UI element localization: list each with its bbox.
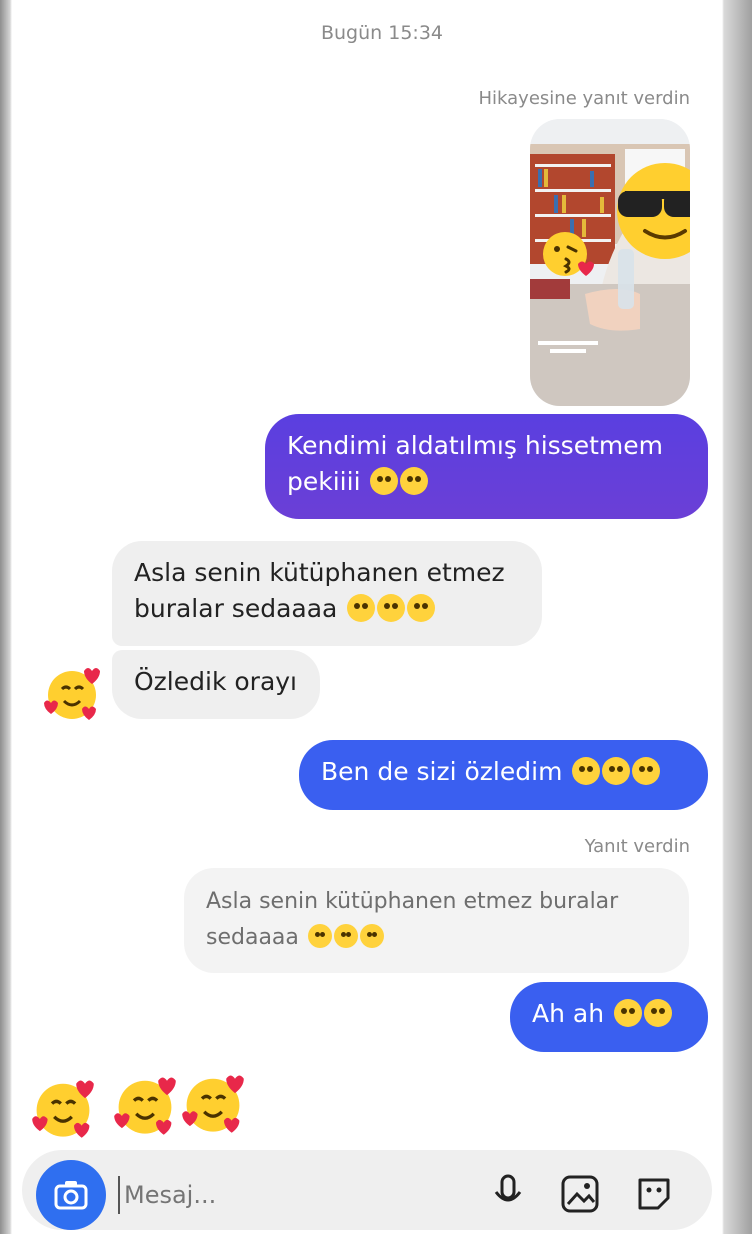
quoted-text-line2: sedaaaa [206,920,667,956]
message-text-line2: buralar sedaaaa [134,591,520,627]
heart-face-icon [182,1075,244,1133]
message-composer [22,1150,712,1230]
camera-icon [54,1181,88,1210]
heart-face-icon [114,1077,176,1135]
smiling-face-icon [347,594,376,622]
heart-face-icon [32,1080,94,1138]
reply-note: Yanıt verdin [584,836,690,857]
smiling-face-icon [333,924,358,948]
microphone-icon[interactable] [490,1174,526,1214]
pleading-face-icon [614,999,643,1027]
message-text: Ah ah [532,996,686,1032]
gallery-icon[interactable] [560,1174,600,1214]
emoji-only-message[interactable] [30,1070,260,1142]
message-text-line2: pekiiii [287,464,686,500]
quoted-message-bubble[interactable]: Asla senin kütüphanen etmez buralar seda… [184,868,689,973]
story-reply-note: Hikayesine yanıt verdin [478,88,691,109]
pleading-face-icon [370,467,399,495]
message-text-line1: Kendimi aldatılmış hissetmem [287,431,663,460]
smiling-face-icon [407,594,436,622]
outgoing-message-bubble[interactable]: Kendimi aldatılmış hissetmem pekiiii [265,414,708,519]
message-text: Özledik orayı [134,667,298,696]
chat-timestamp: Bugün 15:34 [320,22,443,44]
story-image [530,119,690,406]
pleading-face-icon [644,999,673,1027]
incoming-message-bubble[interactable]: Özledik orayı [112,650,320,719]
pleading-face-icon [602,757,631,785]
grinning-sweat-face-icon [400,467,429,495]
story-thumbnail[interactable] [530,119,690,406]
outgoing-message-bubble[interactable]: Ben de sizi özledim [299,740,708,810]
outgoing-message-bubble[interactable]: Ah ah [510,982,708,1052]
message-text-line1: Asla senin kütüphanen etmez [134,558,505,587]
camera-button[interactable] [36,1160,106,1230]
pleading-face-icon [632,757,661,785]
message-input[interactable] [118,1176,466,1214]
incoming-message-bubble[interactable]: Asla senin kütüphanen etmez buralar seda… [112,541,542,646]
chat-screen: Bugün 15:34 Hikayesine yanıt verdin Kend… [12,0,722,1200]
message-text: Ben de sizi özledim [321,754,686,790]
smiling-face-icon [359,924,384,948]
smiling-face-icon [307,924,332,948]
sticker-icon[interactable] [634,1174,674,1214]
smiling-face-icon [377,594,406,622]
pleading-face-icon [572,757,601,785]
sender-avatar-heart-face-icon[interactable] [42,663,102,723]
quoted-text-line1: Asla senin kütüphanen etmez buralar [206,889,619,914]
